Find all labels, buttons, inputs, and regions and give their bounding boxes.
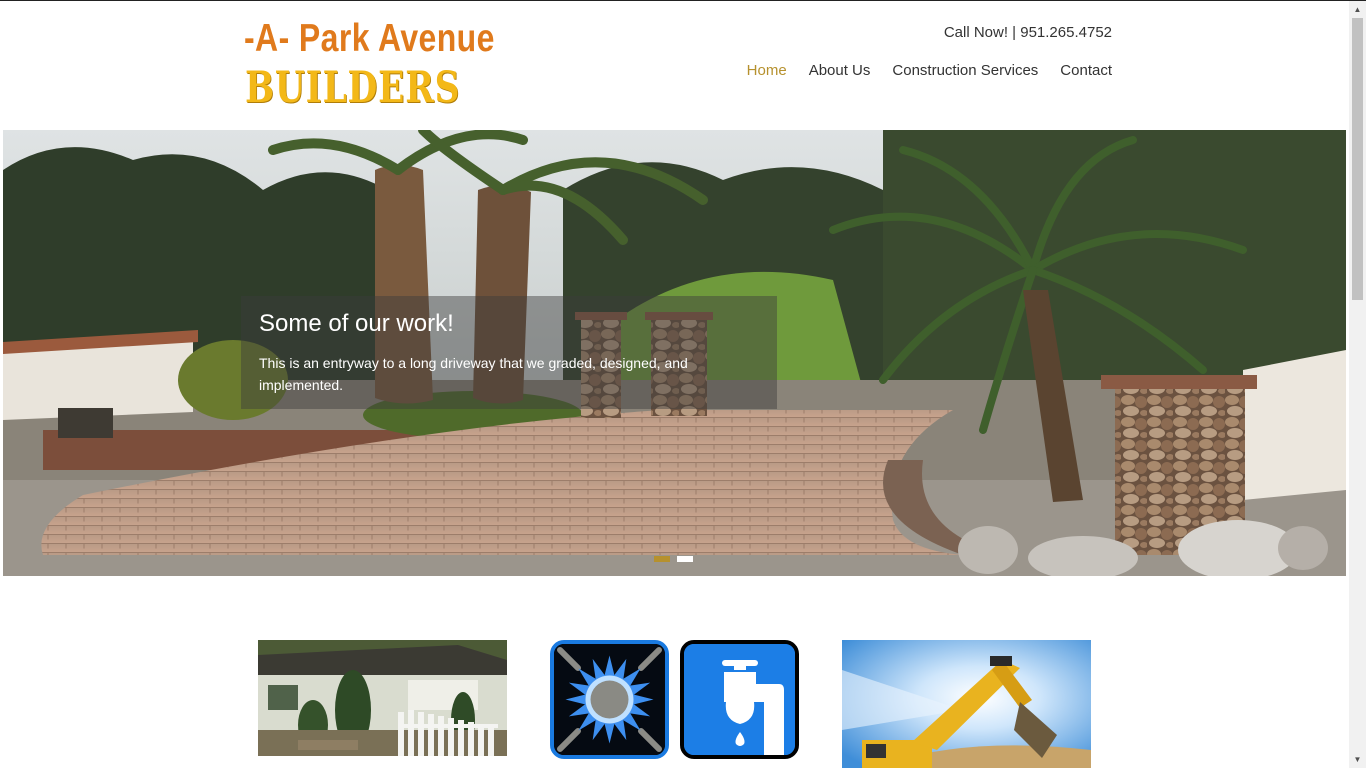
gas-flame-graphic (554, 644, 665, 755)
excavator-photo-image (842, 640, 1091, 768)
slider-pagination (654, 556, 693, 562)
excavator-photo[interactable] (842, 640, 1091, 768)
faucet-graphic (684, 644, 795, 755)
gas-burner-icon[interactable] (550, 640, 669, 759)
logo-line-1: -A- Park Avenue (244, 17, 495, 60)
house-photo-image (258, 640, 507, 756)
slider-dot-2[interactable] (677, 556, 693, 562)
hero-slider[interactable]: Some of our work! This is an entryway to… (3, 130, 1346, 576)
site-header: -A- Park Avenue BUILDERS Call Now! | 951… (0, 1, 1349, 130)
house-photo[interactable] (258, 640, 507, 756)
call-now-text: Call Now! | 951.265.4752 (943, 24, 1112, 41)
site-logo[interactable]: -A- Park Avenue BUILDERS (244, 17, 500, 113)
main-nav: Home About Us Construction Services Cont… (747, 62, 1112, 79)
scroll-down-arrow-icon[interactable]: ▼ (1349, 751, 1366, 768)
scrollbar-thumb[interactable] (1352, 18, 1363, 300)
slide-caption: Some of our work! This is an entryway to… (241, 296, 777, 409)
logo-line-2: BUILDERS (245, 63, 461, 113)
nav-home[interactable]: Home (747, 62, 787, 79)
water-faucet-icon[interactable] (680, 640, 799, 759)
page-scrollbar[interactable]: ▲ ▼ (1349, 1, 1366, 768)
scroll-up-arrow-icon[interactable]: ▲ (1349, 1, 1366, 18)
nav-about-us[interactable]: About Us (809, 62, 871, 79)
nav-contact[interactable]: Contact (1060, 62, 1112, 79)
slider-dot-1[interactable] (654, 556, 670, 562)
slide-caption-text: This is an entryway to a long driveway t… (259, 355, 688, 393)
slide-caption-title: Some of our work! (259, 310, 454, 337)
nav-construction-services[interactable]: Construction Services (892, 62, 1038, 79)
